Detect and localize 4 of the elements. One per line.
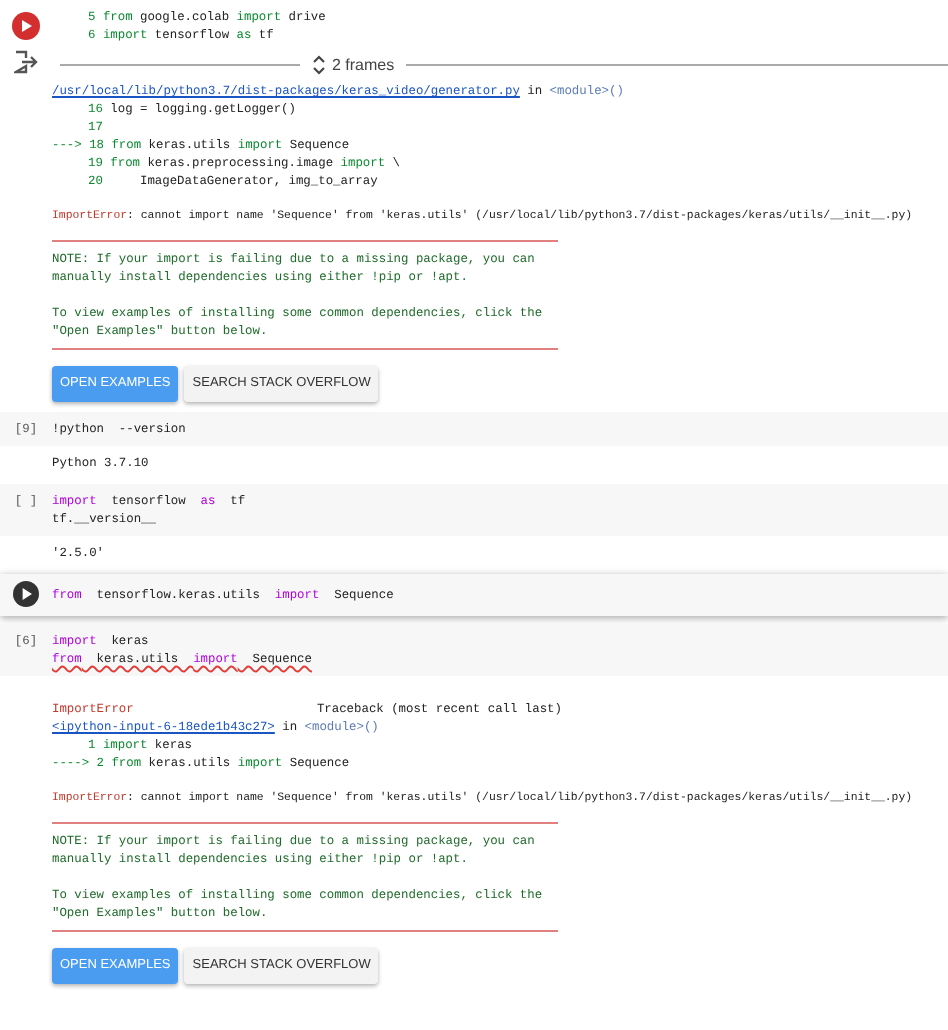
output-icon bbox=[14, 50, 38, 74]
expand-icon[interactable] bbox=[312, 54, 326, 76]
run-button-icon[interactable] bbox=[12, 580, 40, 608]
frames-toggle[interactable]: 2 frames bbox=[300, 54, 407, 76]
